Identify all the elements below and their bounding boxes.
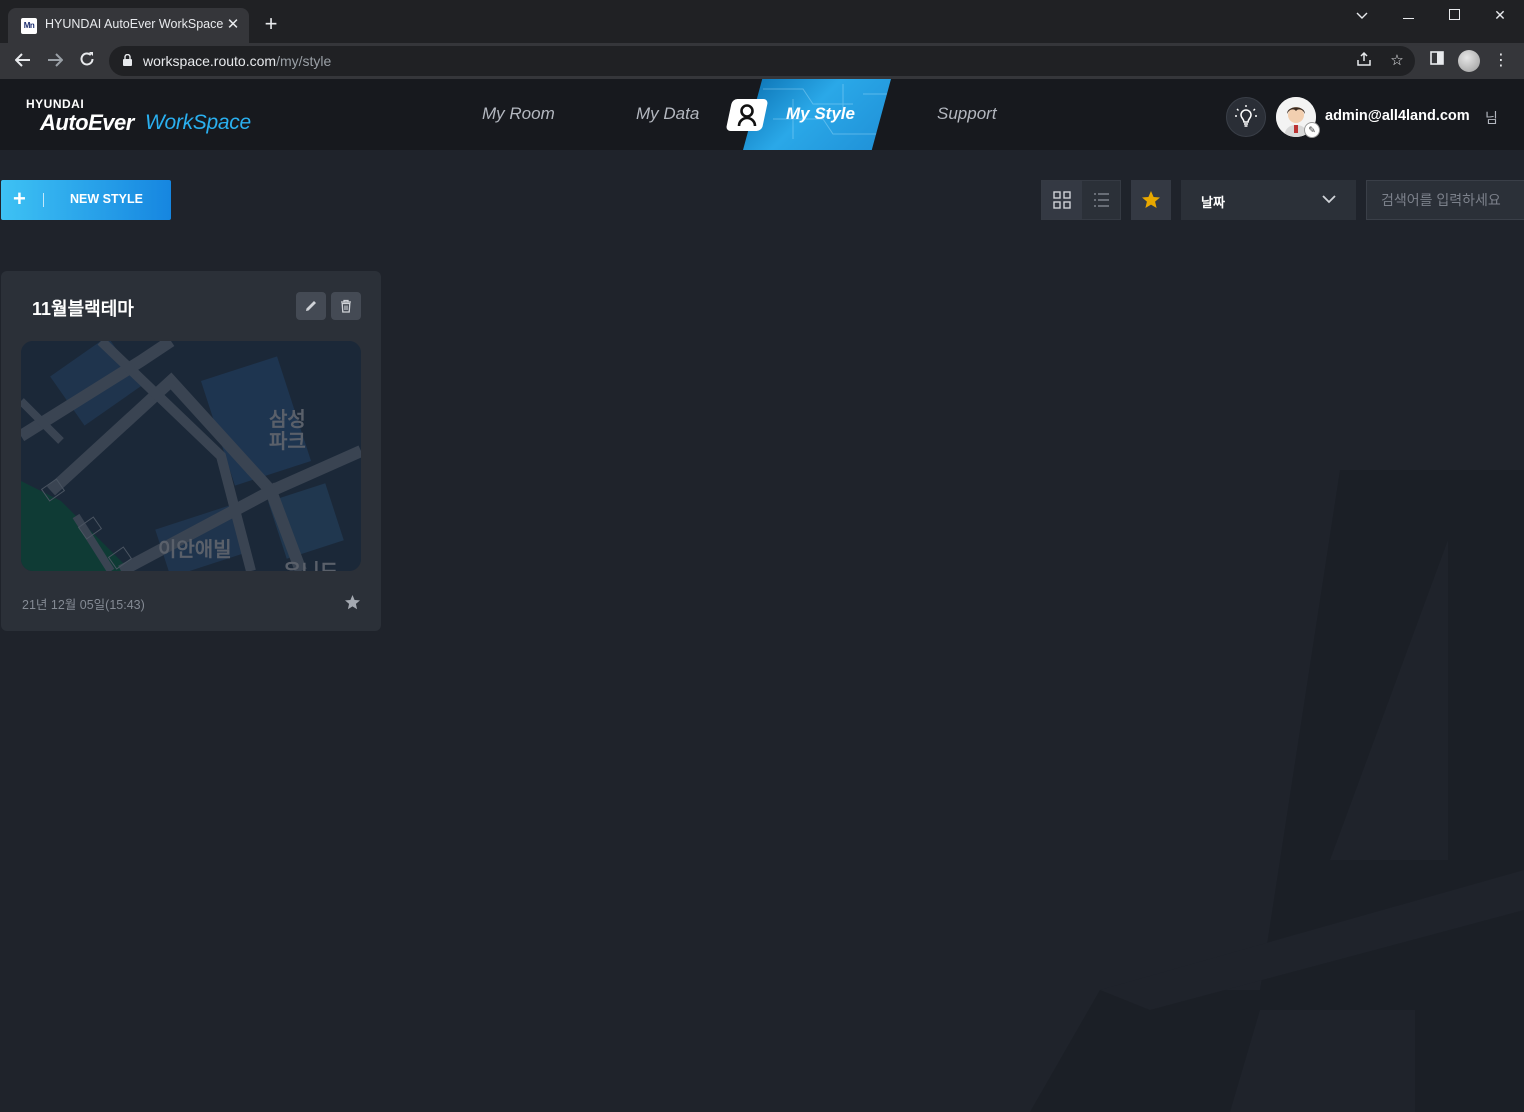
nav-my-style-label: My Style bbox=[786, 104, 855, 123]
plus-icon: + bbox=[13, 186, 26, 211]
app-header: HYUNDAI AutoEver WorkSpace My Room My Da… bbox=[0, 79, 1524, 150]
map-preview bbox=[21, 341, 361, 571]
map-label: 삼성 파크 bbox=[269, 409, 306, 453]
button-divider bbox=[43, 193, 44, 207]
browser-tab-strip: Mn HYUNDAI AutoEver WorkSpace ✕ + ✕ bbox=[0, 0, 1524, 43]
list-icon bbox=[1094, 193, 1109, 207]
delete-button[interactable] bbox=[331, 292, 361, 320]
nav-my-room[interactable]: My Room bbox=[482, 104, 555, 124]
share-icon[interactable] bbox=[1354, 51, 1374, 71]
user-email[interactable]: admin@all4land.com bbox=[1325, 108, 1470, 124]
sort-value: 날짜 bbox=[1201, 195, 1225, 210]
tab-search-icon[interactable] bbox=[1347, 4, 1377, 26]
new-style-button[interactable]: + NEW STYLE bbox=[1, 180, 171, 220]
new-style-label: NEW STYLE bbox=[70, 192, 143, 206]
browser-tab[interactable]: Mn HYUNDAI AutoEver WorkSpace ✕ bbox=[8, 8, 249, 43]
browser-menu-icon[interactable]: ⋮ bbox=[1490, 50, 1512, 72]
pencil-icon bbox=[306, 301, 316, 311]
side-panel-icon[interactable] bbox=[1426, 50, 1448, 72]
tab-title: HYUNDAI AutoEver WorkSpace bbox=[45, 17, 224, 31]
logo-workspace: WorkSpace bbox=[145, 111, 251, 134]
edit-avatar-icon[interactable]: ✎ bbox=[1304, 122, 1320, 138]
user-suffix: 님 bbox=[1485, 110, 1498, 126]
search-box bbox=[1366, 180, 1524, 220]
nav-my-data[interactable]: My Data bbox=[636, 104, 699, 124]
browser-profile-icon[interactable] bbox=[1458, 50, 1480, 72]
maximize-icon[interactable] bbox=[1439, 4, 1469, 26]
view-toggle bbox=[1041, 180, 1121, 220]
grid-icon bbox=[1053, 191, 1071, 209]
url-text: workspace.routo.com/my/style bbox=[143, 53, 332, 69]
close-tab-icon[interactable]: ✕ bbox=[223, 15, 243, 35]
lock-icon bbox=[123, 54, 132, 66]
trash-icon bbox=[341, 299, 351, 313]
logo-autoever: AutoEver bbox=[40, 110, 134, 135]
minimize-icon[interactable] bbox=[1394, 4, 1424, 26]
close-window-icon[interactable]: ✕ bbox=[1485, 4, 1515, 26]
sort-select[interactable]: 날짜 bbox=[1181, 180, 1356, 220]
style-card[interactable]: 11월블랙테마 삼성 파크 이안애빌 21년 12월 05일(15:43) bbox=[1, 271, 381, 631]
map-label: 유니드 bbox=[283, 561, 338, 571]
star-icon bbox=[1142, 191, 1160, 208]
card-title: 11월블랙테마 bbox=[32, 299, 134, 319]
edit-button[interactable] bbox=[296, 292, 326, 320]
search-input[interactable] bbox=[1367, 181, 1524, 219]
lightbulb-icon[interactable] bbox=[1226, 97, 1266, 137]
back-icon[interactable] bbox=[11, 49, 35, 73]
logo-hyundai: HYUNDAI bbox=[26, 97, 85, 111]
favorite-filter-button[interactable] bbox=[1131, 180, 1171, 220]
favicon-icon: Mn bbox=[21, 18, 37, 34]
main-content: + NEW STYLE 날짜 검색어를 입력하세요 11월블랙테마 삼성 파크 … bbox=[0, 150, 1524, 1112]
new-tab-icon[interactable]: + bbox=[259, 13, 283, 37]
map-thumbnail[interactable]: 삼성 파크 이안애빌 유니드 bbox=[21, 341, 361, 571]
forward-icon[interactable] bbox=[43, 49, 67, 73]
address-bar[interactable]: workspace.routo.com/my/style ☆ bbox=[109, 46, 1415, 76]
map-label: 이안애빌 bbox=[158, 539, 232, 561]
favorite-star-icon[interactable] bbox=[344, 594, 361, 611]
bookmark-star-icon[interactable]: ☆ bbox=[1387, 51, 1407, 71]
user-badge-icon bbox=[725, 99, 769, 131]
background-logo-mark bbox=[1030, 470, 1524, 1112]
grid-view-button[interactable] bbox=[1042, 181, 1082, 219]
card-date: 21년 12월 05일(15:43) bbox=[22, 598, 145, 612]
browser-toolbar: workspace.routo.com/my/style ☆ ⋮ bbox=[0, 43, 1524, 79]
nav-support[interactable]: Support bbox=[937, 104, 997, 124]
chevron-down-icon bbox=[1322, 195, 1336, 204]
reload-icon[interactable] bbox=[75, 49, 99, 73]
list-view-button[interactable] bbox=[1082, 181, 1121, 219]
